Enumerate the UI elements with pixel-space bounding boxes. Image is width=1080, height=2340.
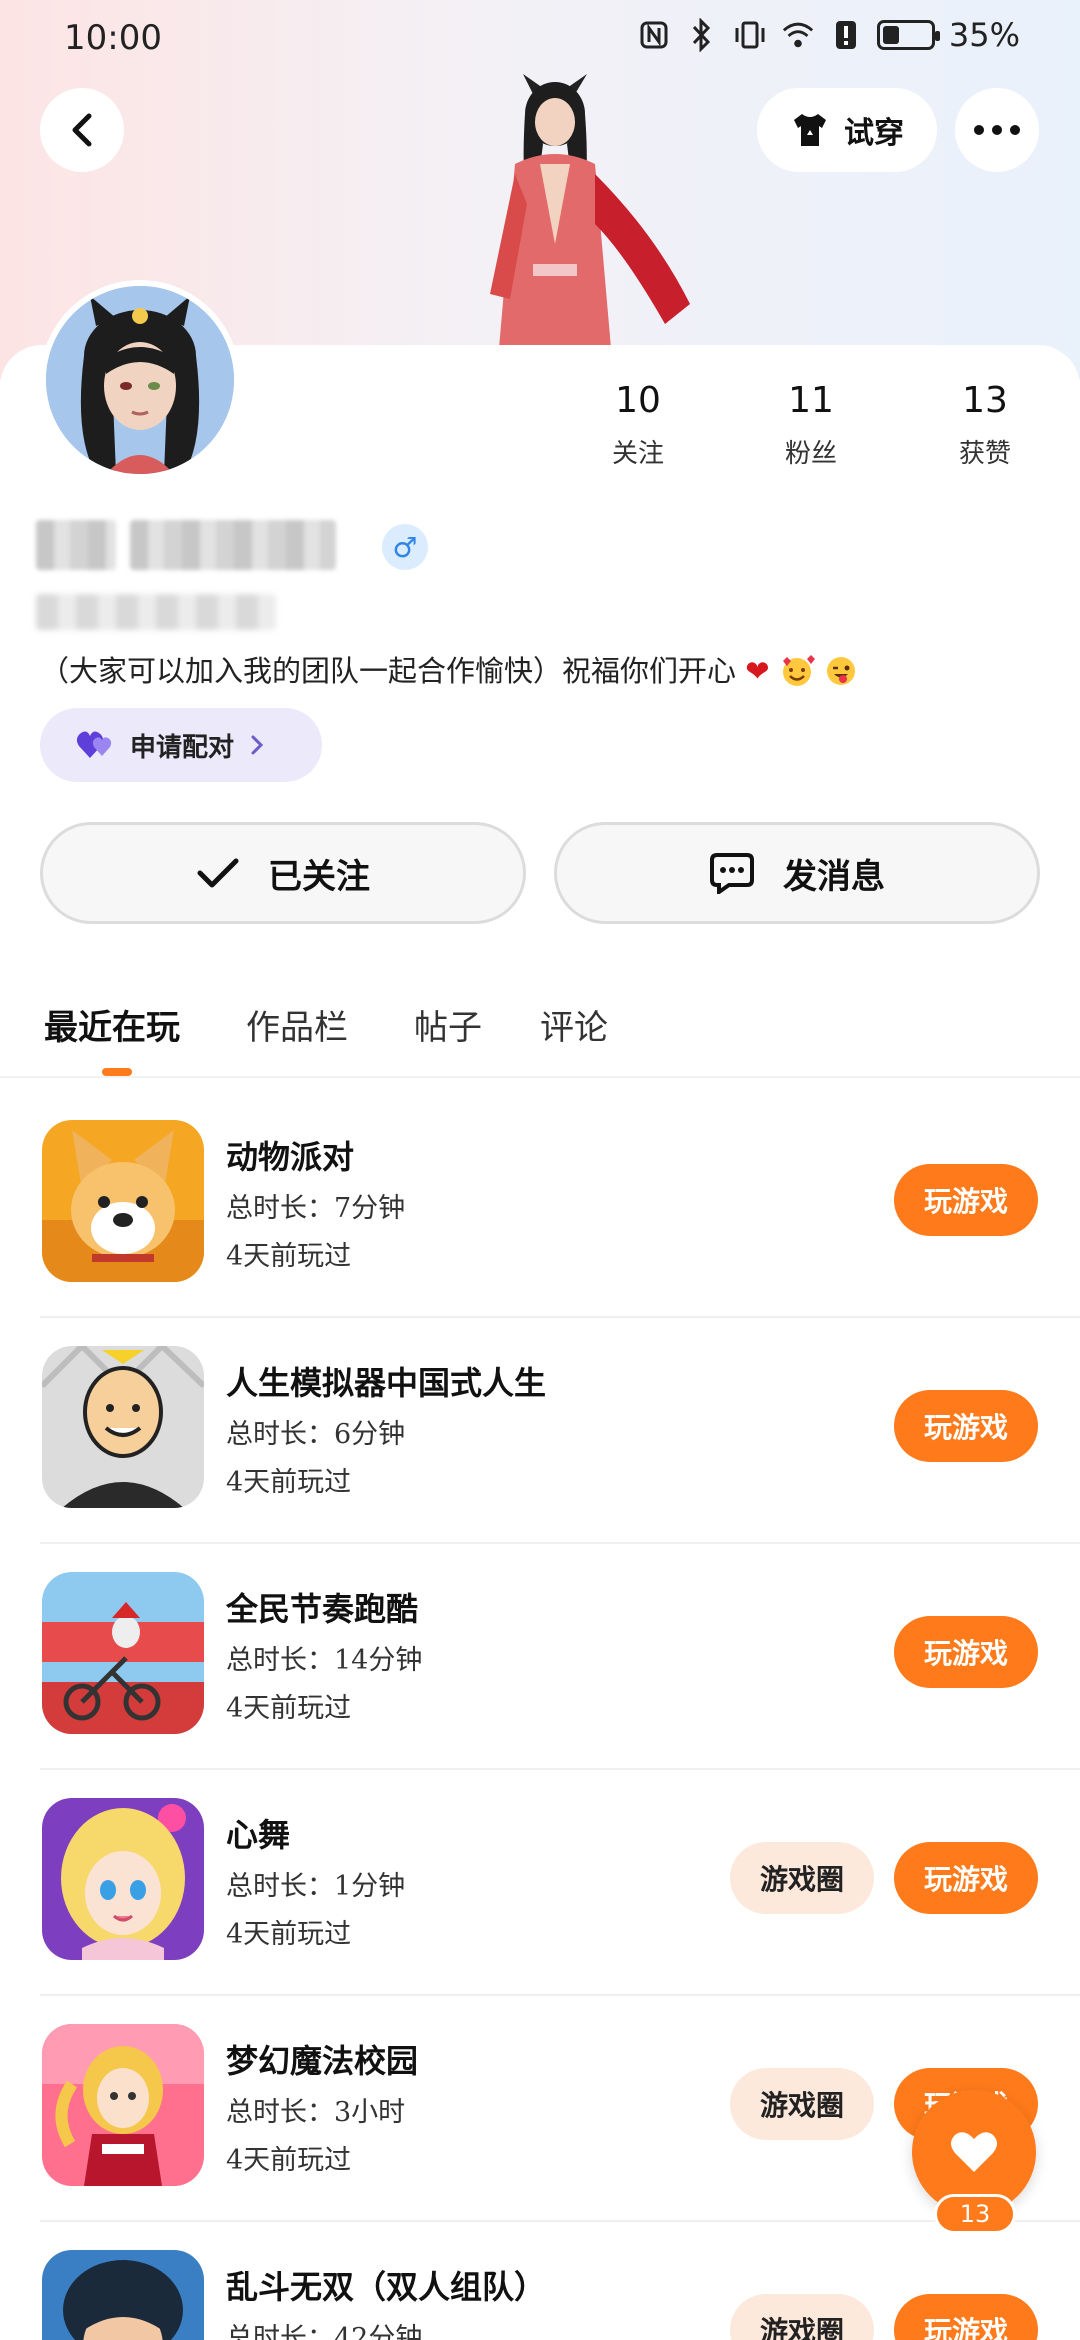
play-game-button[interactable]: 玩游戏	[894, 2294, 1038, 2340]
status-time: 10:00	[64, 18, 162, 58]
game-row[interactable]: 心舞 总时长：1分钟 4天前玩过 游戏圈 玩游戏	[0, 1770, 1080, 1996]
stat-likes[interactable]: 13 获赞	[915, 380, 1055, 470]
game-last-played: 4天前玩过	[226, 1241, 352, 1272]
game-circle-button[interactable]: 游戏圈	[730, 1842, 874, 1914]
game-duration: 总时长：14分钟	[226, 1645, 423, 1676]
tab-comments[interactable]: 评论	[540, 1000, 608, 1049]
stat-following[interactable]: 10 关注	[568, 380, 708, 470]
tab-posts[interactable]: 帖子	[414, 1000, 482, 1049]
avatar-image	[46, 286, 234, 474]
try-on-label: 试穿	[844, 116, 904, 151]
stat-following-label: 关注	[611, 439, 664, 469]
game-icon-rhythm-parkour	[42, 1572, 204, 1734]
chevron-right-icon	[251, 735, 264, 755]
game-icon-life-simulator	[42, 1346, 204, 1508]
heart-emoji-icon: ❤	[745, 654, 770, 688]
more-dots-icon	[974, 125, 1020, 135]
game-icon-brawl-duo	[42, 2250, 204, 2340]
stat-likes-label: 获赞	[958, 439, 1011, 469]
user-id-redacted	[36, 594, 276, 630]
game-title: 梦幻魔法校园	[226, 2042, 419, 2080]
play-game-button[interactable]: 玩游戏	[894, 1390, 1038, 1462]
status-bar: 10:00 35%	[0, 0, 1080, 78]
avatar-figure-image	[490, 74, 690, 380]
bio-text-content: （大家可以加入我的团队一起合作愉快）祝福你们开心	[40, 654, 737, 688]
tshirt-icon	[794, 114, 826, 146]
game-circle-button[interactable]: 游戏圈	[730, 2068, 874, 2140]
apply-pair-button[interactable]: 申请配对	[40, 708, 322, 782]
game-last-played: 4天前玩过	[226, 2145, 352, 2176]
stat-likes-count: 13	[962, 380, 1008, 421]
game-title: 心舞	[226, 1816, 291, 1854]
play-game-button[interactable]: 玩游戏	[894, 1164, 1038, 1236]
game-duration: 总时长：1分钟	[226, 1871, 406, 1902]
game-row[interactable]: 全民节奏跑酷 总时长：14分钟 4天前玩过 玩游戏	[0, 1544, 1080, 1770]
chevron-left-icon	[72, 113, 92, 147]
alert-icon	[829, 18, 863, 52]
battery-percent: 35%	[948, 16, 1020, 54]
more-button[interactable]	[955, 88, 1039, 172]
game-icon-magic-school	[42, 2024, 204, 2186]
apply-pair-label: 申请配对	[130, 732, 235, 763]
try-on-button[interactable]: 试穿	[757, 88, 937, 172]
gender-male-icon: ♂	[382, 524, 428, 570]
followed-button[interactable]: 已关注	[40, 822, 526, 924]
game-duration: 总时长：7分钟	[226, 1193, 406, 1224]
tabs-divider	[0, 1076, 1080, 1078]
back-button[interactable]	[40, 88, 124, 172]
nfc-icon	[637, 18, 671, 52]
smiling-face-with-hearts-icon	[782, 655, 815, 686]
tab-works[interactable]: 作品栏	[246, 1000, 348, 1049]
game-icon-heart-dance	[42, 1798, 204, 1960]
stat-fans-label: 粉丝	[784, 439, 837, 469]
game-row[interactable]: 动物派对 总时长：7分钟 4天前玩过 玩游戏	[0, 1092, 1080, 1318]
game-duration: 总时长：3小时	[226, 2097, 406, 2128]
heart-icon	[951, 2132, 997, 2172]
stat-fans-count: 11	[788, 380, 834, 421]
winking-tongue-emoji-icon	[826, 657, 855, 685]
send-message-label: 发消息	[783, 856, 885, 897]
game-duration: 总时长：6分钟	[226, 1419, 406, 1450]
game-row[interactable]: 乱斗无双（双人组队） 总时长：42分钟 游戏圈 玩游戏	[0, 2222, 1080, 2340]
game-title: 人生模拟器中国式人生	[226, 1364, 547, 1402]
game-row[interactable]: 梦幻魔法校园 总时长：3小时 4天前玩过 游戏圈 玩游戏	[0, 1996, 1080, 2222]
play-game-button[interactable]: 玩游戏	[894, 1616, 1038, 1688]
game-last-played: 4天前玩过	[226, 1919, 352, 1950]
bio-text: （大家可以加入我的团队一起合作愉快）祝福你们开心 ❤	[40, 648, 858, 690]
game-title: 乱斗无双（双人组队）	[226, 2268, 547, 2306]
game-last-played: 4天前玩过	[226, 1467, 352, 1498]
bluetooth-icon	[685, 18, 719, 52]
stat-fans[interactable]: 11 粉丝	[741, 380, 881, 470]
like-count-badge: 13	[934, 2194, 1016, 2234]
wifi-icon	[781, 18, 815, 52]
followed-label: 已关注	[268, 856, 370, 897]
battery-icon	[876, 20, 940, 50]
avatar[interactable]	[40, 280, 240, 480]
active-tab-indicator	[102, 1068, 132, 1076]
username-redacted	[36, 520, 336, 570]
send-message-button[interactable]: 发消息	[554, 822, 1040, 924]
game-circle-button[interactable]: 游戏圈	[730, 2294, 874, 2340]
game-last-played: 4天前玩过	[226, 1693, 352, 1724]
stat-following-count: 10	[615, 380, 661, 421]
game-duration: 总时长：42分钟	[226, 2323, 423, 2340]
check-icon	[197, 858, 239, 888]
game-row[interactable]: 人生模拟器中国式人生 总时长：6分钟 4天前玩过 玩游戏	[0, 1318, 1080, 1544]
vibrate-icon	[733, 18, 767, 52]
play-game-button[interactable]: 玩游戏	[894, 1842, 1038, 1914]
game-title: 全民节奏跑酷	[226, 1590, 419, 1628]
tab-recently-played[interactable]: 最近在玩	[44, 1000, 180, 1049]
double-heart-icon	[76, 731, 112, 758]
chat-bubble-icon	[710, 853, 754, 894]
game-icon-animal-party	[42, 1120, 204, 1282]
game-title: 动物派对	[226, 1138, 355, 1176]
